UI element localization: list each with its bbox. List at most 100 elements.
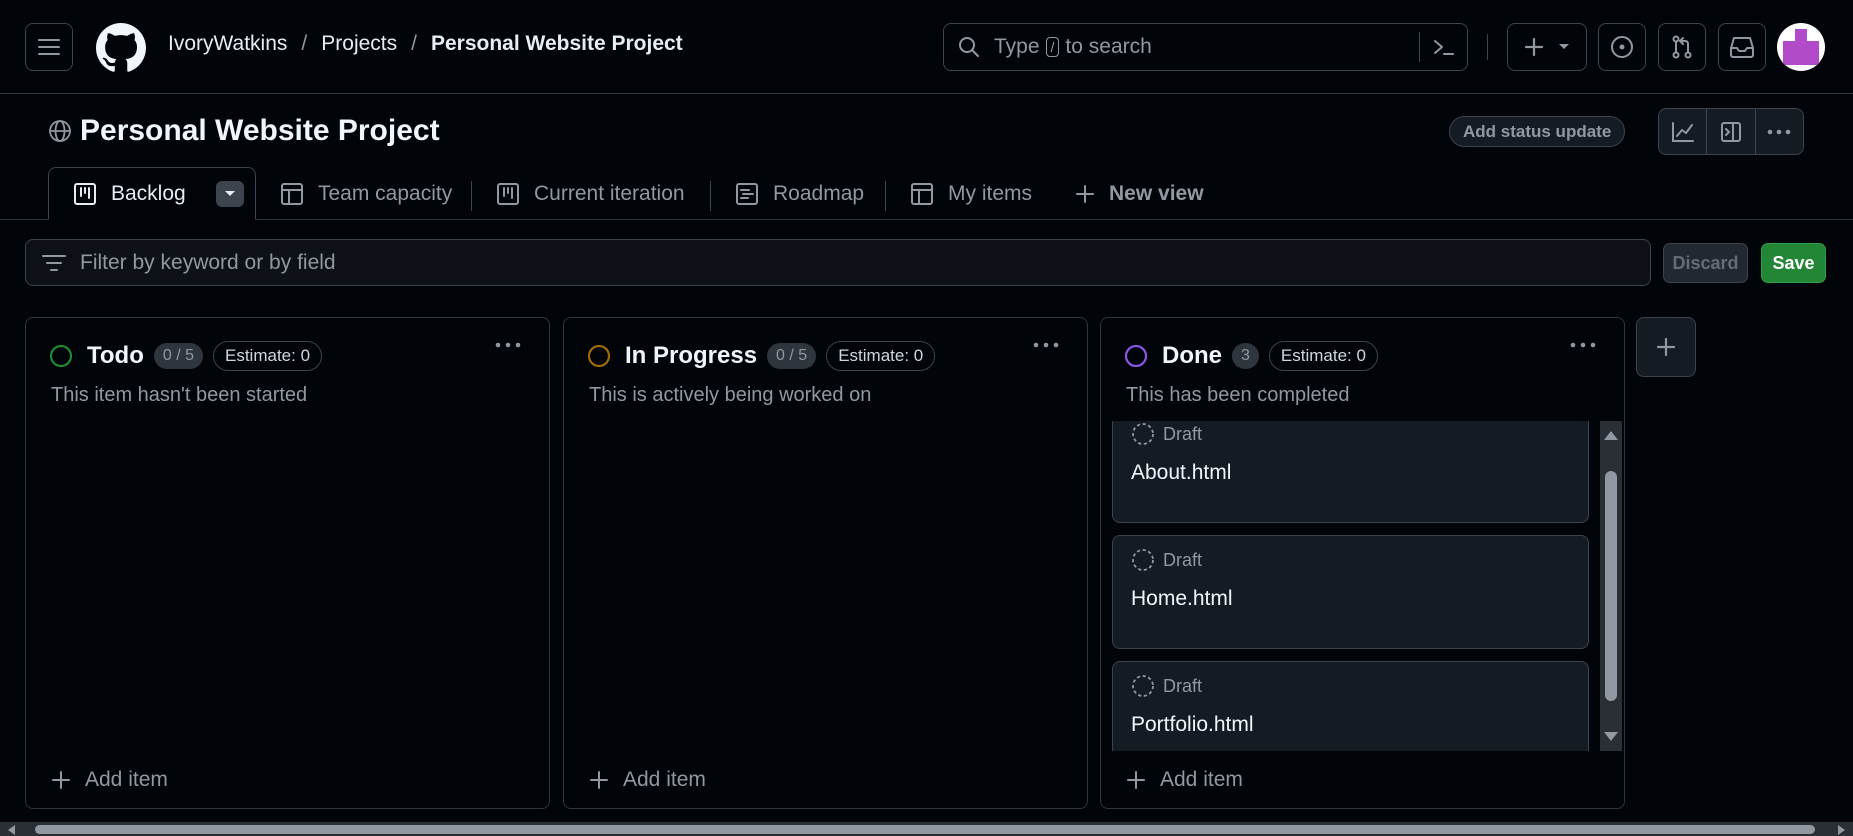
plus-icon (1656, 337, 1676, 357)
plus-icon (1076, 185, 1094, 203)
search-placeholder-suffix: to search (1065, 35, 1152, 58)
tab-current-iteration[interactable]: Current iteration (496, 168, 685, 220)
draft-issue-icon (1132, 675, 1154, 697)
tab-label: Current iteration (534, 182, 685, 205)
column-description: This has been completed (1126, 384, 1350, 406)
add-item-button[interactable]: Add item (51, 768, 168, 792)
tab-label: Roadmap (773, 182, 865, 205)
scroll-down-arrow-icon[interactable] (1604, 732, 1618, 741)
board-icon (497, 183, 519, 205)
column-more-button[interactable] (1033, 342, 1059, 348)
column-description: This is actively being worked on (589, 384, 872, 406)
avatar[interactable] (1777, 23, 1825, 71)
save-button[interactable]: Save (1761, 243, 1826, 283)
graph-icon (1671, 121, 1694, 142)
card-title[interactable]: Portfolio.html (1131, 713, 1254, 737)
menu-button[interactable] (25, 23, 73, 71)
card-title[interactable]: About.html (1131, 461, 1231, 485)
status-circle-icon (1124, 344, 1148, 368)
search-input[interactable]: Type / to search (943, 23, 1468, 71)
kebab-horizontal-icon (1570, 342, 1596, 348)
search-icon (959, 37, 979, 57)
kebab-horizontal-icon (495, 342, 521, 348)
breadcrumb: IvoryWatkins / Projects / Personal Websi… (168, 32, 683, 56)
github-logo-icon[interactable] (96, 23, 146, 73)
add-status-update-button[interactable]: Add status update (1449, 116, 1626, 147)
discard-button[interactable]: Discard (1663, 243, 1748, 283)
command-palette-button[interactable] (1419, 32, 1467, 62)
triangle-down-icon (224, 191, 235, 196)
issue-opened-icon (1611, 36, 1633, 58)
add-item-button[interactable]: Add item (589, 768, 706, 792)
tab-label: Backlog (111, 181, 186, 205)
scroll-left-arrow-icon[interactable] (8, 825, 15, 835)
view-options-dropdown[interactable] (215, 180, 244, 207)
board-icon (74, 182, 96, 205)
column-header: Todo 0 / 5 Estimate: 0 (49, 341, 323, 371)
board-column-in-progress: In Progress 0 / 5 Estimate: 0 This is ac… (563, 317, 1088, 809)
new-view-button[interactable]: New view (1075, 168, 1204, 220)
draft-card[interactable]: Draft About.html (1112, 421, 1589, 523)
breadcrumb-owner[interactable]: IvoryWatkins (168, 32, 287, 56)
terminal-icon (1433, 40, 1454, 55)
status-circle-icon (49, 344, 73, 368)
draft-issue-icon (1132, 549, 1154, 571)
tab-team-capacity[interactable]: Team capacity (280, 168, 452, 220)
search-placeholder: Type / to search (994, 35, 1152, 59)
sidebar-expand-icon (1720, 121, 1741, 142)
draft-issue-icon (1132, 423, 1154, 445)
project-more-button[interactable] (1756, 109, 1803, 154)
page-title[interactable]: Personal Website Project (80, 114, 440, 148)
card-type: Draft (1131, 422, 1202, 446)
scroll-up-arrow-icon[interactable] (1604, 431, 1618, 440)
breadcrumb-current[interactable]: Personal Website Project (431, 32, 683, 56)
plus-icon (590, 771, 608, 789)
add-item-label: Add item (85, 768, 168, 791)
board-column-todo: Todo 0 / 5 Estimate: 0 This item hasn't … (25, 317, 550, 809)
breadcrumb-projects[interactable]: Projects (321, 32, 397, 56)
scroll-right-arrow-icon[interactable] (1838, 825, 1845, 835)
column-scrollbar[interactable] (1600, 421, 1622, 751)
add-item-button[interactable]: Add item (1126, 768, 1243, 792)
table-icon (911, 183, 933, 205)
filter-placeholder: Filter by keyword or by field (80, 250, 336, 274)
tab-my-items[interactable]: My items (910, 168, 1032, 220)
board-column-done: Done 3 Estimate: 0 This has been complet… (1100, 317, 1625, 809)
header-divider (1487, 34, 1488, 60)
globe-icon (49, 120, 71, 142)
table-icon (281, 183, 303, 205)
plus-icon (1524, 37, 1544, 57)
card-type-label: Draft (1163, 549, 1203, 570)
estimate-badge: Estimate: 0 (1268, 341, 1378, 371)
breadcrumb-separator: / (301, 32, 308, 55)
card-title[interactable]: Home.html (1131, 587, 1233, 611)
pull-requests-button[interactable] (1658, 23, 1706, 71)
column-name: Todo (87, 342, 144, 369)
tab-separator (471, 181, 472, 211)
scrollbar-thumb[interactable] (1605, 471, 1617, 701)
insights-button[interactable] (1659, 109, 1708, 154)
column-more-button[interactable] (1570, 342, 1596, 348)
draft-card[interactable]: Draft Portfolio.html (1112, 661, 1589, 751)
git-pull-request-icon (1672, 35, 1692, 59)
item-count-badge: 3 (1232, 343, 1259, 369)
kebab-horizontal-icon (1768, 129, 1791, 134)
issues-button[interactable] (1598, 23, 1646, 71)
draft-card[interactable]: Draft Home.html (1112, 535, 1589, 649)
kebab-horizontal-icon (1033, 342, 1059, 348)
scrollbar-thumb[interactable] (35, 825, 1815, 834)
column-more-button[interactable] (495, 342, 521, 348)
card-list[interactable]: Draft About.html Draft Home.html Draft P… (1112, 421, 1589, 751)
tab-backlog[interactable]: Backlog (48, 167, 256, 220)
filter-input[interactable]: Filter by keyword or by field (25, 239, 1651, 286)
horizontal-scrollbar[interactable] (0, 822, 1853, 836)
inbox-button[interactable] (1718, 23, 1766, 71)
global-header: IvoryWatkins / Projects / Personal Websi… (0, 0, 1853, 94)
project-title-area: Personal Website Project (48, 114, 440, 148)
add-column-button[interactable] (1636, 317, 1696, 377)
side-panel-button[interactable] (1707, 109, 1756, 154)
tab-separator (710, 181, 711, 211)
create-new-button[interactable] (1507, 23, 1587, 71)
tab-roadmap[interactable]: Roadmap (735, 168, 864, 220)
card-type: Draft (1131, 548, 1202, 572)
